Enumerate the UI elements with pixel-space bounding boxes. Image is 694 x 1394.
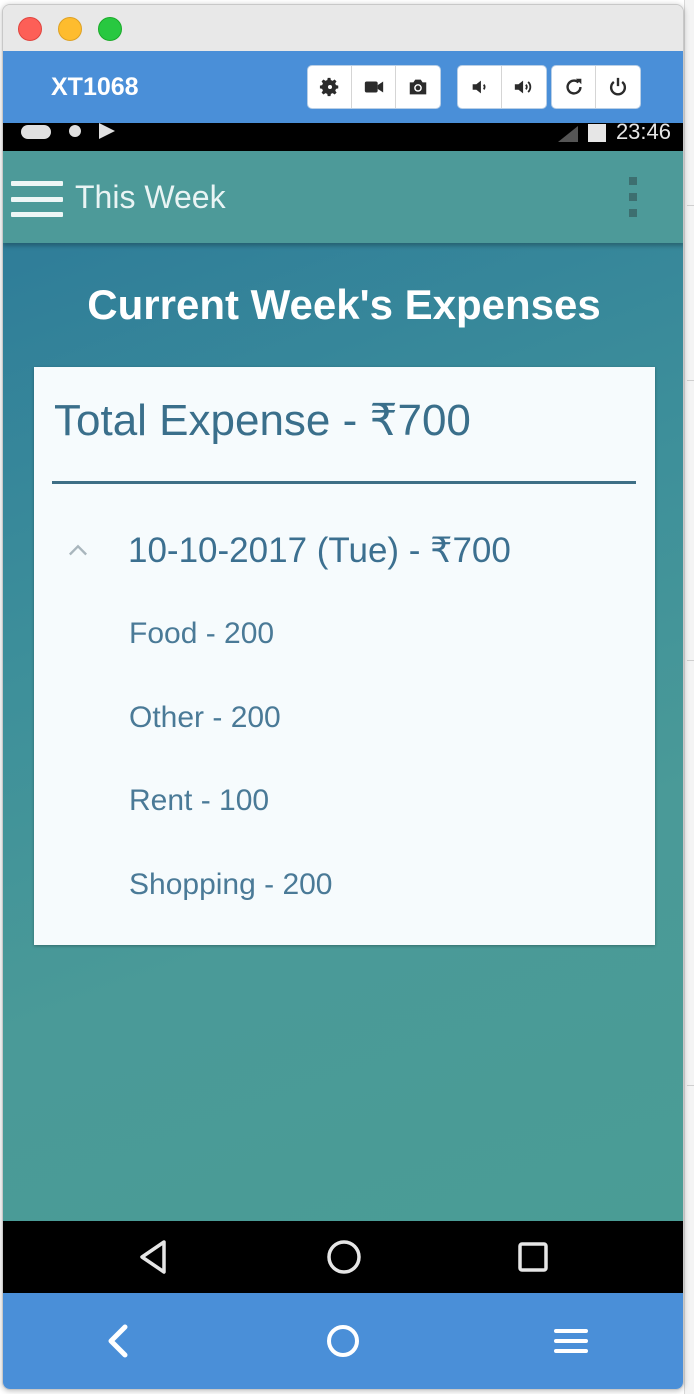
window-minimize-button[interactable] xyxy=(58,17,82,41)
page-heading: Current Week's Expenses xyxy=(87,281,601,328)
day-expand-toggle[interactable]: 10-10-2017 (Tue) - ₹700 xyxy=(64,529,511,573)
menu-icon[interactable] xyxy=(549,1319,593,1363)
list-item: Rent - 100 xyxy=(129,784,270,817)
divider xyxy=(52,481,636,484)
overflow-menu-icon[interactable] xyxy=(627,177,639,217)
device-button-group xyxy=(551,65,641,109)
notification-cloud-icon xyxy=(21,125,51,139)
title-bar xyxy=(3,5,683,51)
signal-icon xyxy=(557,126,578,142)
volume-down-icon xyxy=(472,80,486,94)
status-bar: 23:46 xyxy=(3,123,683,151)
chevron-up-icon xyxy=(69,544,87,556)
volume-button-group xyxy=(457,65,547,109)
android-navigation-bar xyxy=(3,1221,683,1293)
emulator-footer xyxy=(3,1293,683,1389)
camera-icon xyxy=(409,79,427,95)
recents-square-icon[interactable] xyxy=(513,1237,553,1277)
rotate-icon xyxy=(565,78,582,95)
screenshot-button[interactable] xyxy=(396,66,440,108)
emulator-window: XT1068 23:46 This Week Current Week's Ex… xyxy=(2,4,684,1390)
window-close-button[interactable] xyxy=(18,17,42,41)
capture-button-group xyxy=(307,65,441,109)
total-expense: Total Expense - ₹700 xyxy=(54,396,471,445)
window-maximize-button[interactable] xyxy=(98,17,122,41)
phone-screen: 23:46 This Week Current Week's Expenses … xyxy=(3,123,683,1223)
list-item: Shopping - 200 xyxy=(129,868,333,901)
power-icon xyxy=(609,77,627,96)
main-content: Current Week's Expenses Total Expense - … xyxy=(3,243,683,1223)
hamburger-menu-icon[interactable] xyxy=(11,181,63,217)
play-icon xyxy=(99,123,115,139)
expense-card: Total Expense - ₹700 10-10-2017 (Tue) - … xyxy=(34,367,655,945)
app-bar-title: This Week xyxy=(75,179,226,215)
volume-up-icon xyxy=(514,80,532,94)
home-icon[interactable] xyxy=(324,1237,364,1277)
day-label: 10-10-2017 (Tue) - ₹700 xyxy=(128,531,511,570)
list-item: Other - 200 xyxy=(129,701,281,734)
back-triangle-icon[interactable] xyxy=(134,1237,174,1277)
volume-up-button[interactable] xyxy=(502,66,546,108)
app-bar: This Week xyxy=(3,151,683,243)
gear-icon xyxy=(319,77,338,97)
video-camera-icon xyxy=(364,81,383,93)
list-item: Food - 200 xyxy=(129,617,275,650)
settings-button[interactable] xyxy=(308,66,352,108)
background-strip xyxy=(684,0,694,1394)
rotate-button[interactable] xyxy=(552,66,596,108)
status-time: 23:46 xyxy=(615,123,671,144)
record-video-button[interactable] xyxy=(352,66,396,108)
device-name: XT1068 xyxy=(51,73,139,101)
notification-pin-icon xyxy=(69,125,81,137)
emulator-toolbar: XT1068 xyxy=(3,51,683,123)
back-chevron-icon[interactable] xyxy=(97,1319,141,1363)
home-circle-icon[interactable] xyxy=(321,1319,365,1363)
power-button[interactable] xyxy=(596,66,640,108)
battery-charging-icon xyxy=(587,124,606,142)
volume-down-button[interactable] xyxy=(458,66,502,108)
